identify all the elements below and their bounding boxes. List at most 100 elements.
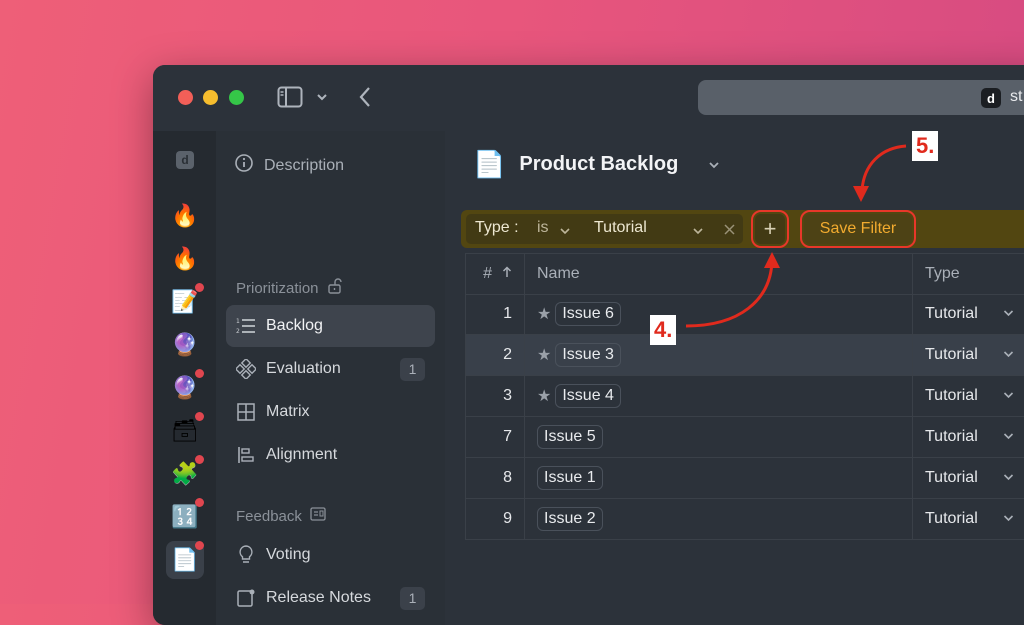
- filter-operator[interactable]: is: [537, 219, 549, 237]
- star-icon[interactable]: ★: [537, 386, 551, 406]
- sort-ascending-icon[interactable]: [502, 265, 512, 283]
- filter-value[interactable]: Tutorial: [594, 219, 647, 237]
- grid-icon: [234, 403, 258, 421]
- column-header-name[interactable]: Name: [525, 254, 913, 294]
- workspace-item[interactable]: 🔥: [166, 240, 204, 278]
- row-type-cell[interactable]: Tutorial: [913, 376, 1024, 416]
- row-name-cell[interactable]: Issue 1: [525, 458, 913, 498]
- minimize-window-button[interactable]: [203, 90, 218, 105]
- app-window: d st d 🔥 🔥 📝 🔮 🔮 🗃 🧩 🔢 📄 Description Prioritizat…: [153, 65, 1024, 625]
- section-label: Prioritization: [236, 279, 319, 297]
- issue-name[interactable]: Issue 5: [537, 425, 603, 449]
- page-header: 📄 Product Backlog: [473, 149, 720, 180]
- notification-dot: [195, 283, 204, 292]
- workspace-item[interactable]: 🔢: [166, 498, 204, 536]
- row-type-cell[interactable]: Tutorial: [913, 499, 1024, 539]
- issue-name[interactable]: Issue 6: [555, 302, 621, 326]
- row-name-cell[interactable]: ★ Issue 6: [525, 294, 913, 334]
- filter-field: Type :: [475, 219, 519, 236]
- header-label: #: [483, 265, 492, 282]
- sidebar-item-voting[interactable]: Voting: [226, 534, 435, 576]
- site-logo: d: [981, 88, 1001, 108]
- sidebar-toggle-icon[interactable]: [277, 86, 303, 113]
- row-name-cell[interactable]: Issue 2: [525, 499, 913, 539]
- row-type-cell[interactable]: Tutorial: [913, 417, 1024, 457]
- workspace-item[interactable]: 📄: [166, 541, 204, 579]
- chevron-down-icon[interactable]: [560, 223, 570, 241]
- close-window-button[interactable]: [178, 90, 193, 105]
- lightbulb-icon: [234, 545, 258, 565]
- workspace-icon: 📝: [171, 289, 199, 314]
- star-icon[interactable]: ★: [537, 304, 551, 324]
- issue-name[interactable]: Issue 3: [555, 343, 621, 367]
- row-number: 1: [465, 294, 525, 334]
- issue-name[interactable]: Issue 4: [555, 384, 621, 408]
- save-filter-button[interactable]: Save Filter: [800, 210, 916, 248]
- table-row[interactable]: 8 Issue 1 Tutorial: [465, 458, 1024, 499]
- workspace-item[interactable]: 🧩: [166, 455, 204, 493]
- add-filter-button[interactable]: +: [751, 210, 789, 248]
- close-icon[interactable]: [724, 222, 735, 240]
- column-header-type[interactable]: Type: [913, 254, 1024, 294]
- sidebar-item-release-notes[interactable]: Release Notes 1: [226, 577, 435, 619]
- sidebar-item-description[interactable]: Description: [234, 153, 344, 178]
- unlock-icon[interactable]: [327, 278, 343, 298]
- chevron-down-icon[interactable]: [1003, 430, 1014, 444]
- chevron-down-icon[interactable]: [1003, 307, 1014, 321]
- chevron-down-icon[interactable]: [693, 223, 703, 241]
- column-header-num[interactable]: #: [465, 254, 525, 294]
- row-name-cell[interactable]: Issue 5: [525, 417, 913, 457]
- back-icon[interactable]: [358, 85, 372, 114]
- workspace-item[interactable]: 📝: [166, 283, 204, 321]
- notification-dot: [195, 498, 204, 507]
- row-name-cell[interactable]: ★ Issue 3: [525, 335, 913, 375]
- row-type-cell[interactable]: Tutorial: [913, 458, 1024, 498]
- filter-chip[interactable]: Type : is Tutorial: [466, 214, 743, 244]
- chevron-down-icon[interactable]: [708, 157, 720, 173]
- notification-dot: [195, 455, 204, 464]
- count-badge: 1: [400, 586, 425, 610]
- issue-name[interactable]: Issue 1: [537, 466, 603, 490]
- table-row[interactable]: 3 ★ Issue 4 Tutorial: [465, 376, 1024, 417]
- sidebar-item-evaluation[interactable]: Evaluation 1: [226, 348, 435, 390]
- workspace-item[interactable]: 🔮: [166, 369, 204, 407]
- sidebar-item-backlog[interactable]: 12 Backlog: [226, 305, 435, 347]
- notification-dot: [195, 369, 204, 378]
- chevron-down-icon[interactable]: [316, 90, 328, 108]
- chevron-down-icon[interactable]: [1003, 348, 1014, 362]
- row-name-cell[interactable]: ★ Issue 4: [525, 376, 913, 416]
- sidebar-item-matrix[interactable]: Matrix: [226, 391, 435, 433]
- section-prioritization: Prioritization: [236, 278, 343, 298]
- address-bar[interactable]: d st: [698, 80, 1024, 115]
- type-value: Tutorial: [925, 510, 978, 527]
- workspace-icon: 🧩: [171, 461, 199, 486]
- address-text: st: [1010, 88, 1023, 105]
- main-content: 📄 Product Backlog Type : is Tutorial + S…: [445, 131, 1024, 625]
- workspace-item[interactable]: 🔮: [166, 326, 204, 364]
- chevron-down-icon[interactable]: [1003, 512, 1014, 526]
- filter-bar: Type : is Tutorial + Save Filter: [461, 210, 1024, 248]
- sidebar-item-label: Release Notes: [266, 589, 371, 606]
- workspace-item[interactable]: 🔥: [166, 197, 204, 235]
- table-row[interactable]: 1 ★ Issue 6 Tutorial: [465, 294, 1024, 335]
- sidebar-item-alignment[interactable]: Alignment: [226, 434, 435, 476]
- chevron-down-icon[interactable]: [1003, 389, 1014, 403]
- issue-name[interactable]: Issue 2: [537, 507, 603, 531]
- chevron-down-icon[interactable]: [1003, 471, 1014, 485]
- row-type-cell[interactable]: Tutorial: [913, 294, 1024, 334]
- workspace-item[interactable]: 🗃: [166, 412, 204, 450]
- zoom-window-button[interactable]: [229, 90, 244, 105]
- row-type-cell[interactable]: Tutorial: [913, 335, 1024, 375]
- annotation-step-4: 4.: [650, 315, 677, 345]
- table-row[interactable]: 9 Issue 2 Tutorial: [465, 499, 1024, 540]
- sidebar-item-label: Alignment: [266, 446, 338, 463]
- row-number: 2: [465, 335, 525, 375]
- count-badge: 1: [400, 357, 425, 381]
- workspace-icon: 🔥: [171, 246, 199, 271]
- table-row[interactable]: 2 ★ Issue 3 Tutorial: [465, 335, 1024, 376]
- table-row[interactable]: 7 Issue 5 Tutorial: [465, 417, 1024, 458]
- star-icon[interactable]: ★: [537, 345, 551, 365]
- workspace-icon: 🔮: [171, 375, 199, 400]
- workspace-logo[interactable]: d: [166, 141, 204, 179]
- sidebar-item-label: Matrix: [266, 403, 310, 420]
